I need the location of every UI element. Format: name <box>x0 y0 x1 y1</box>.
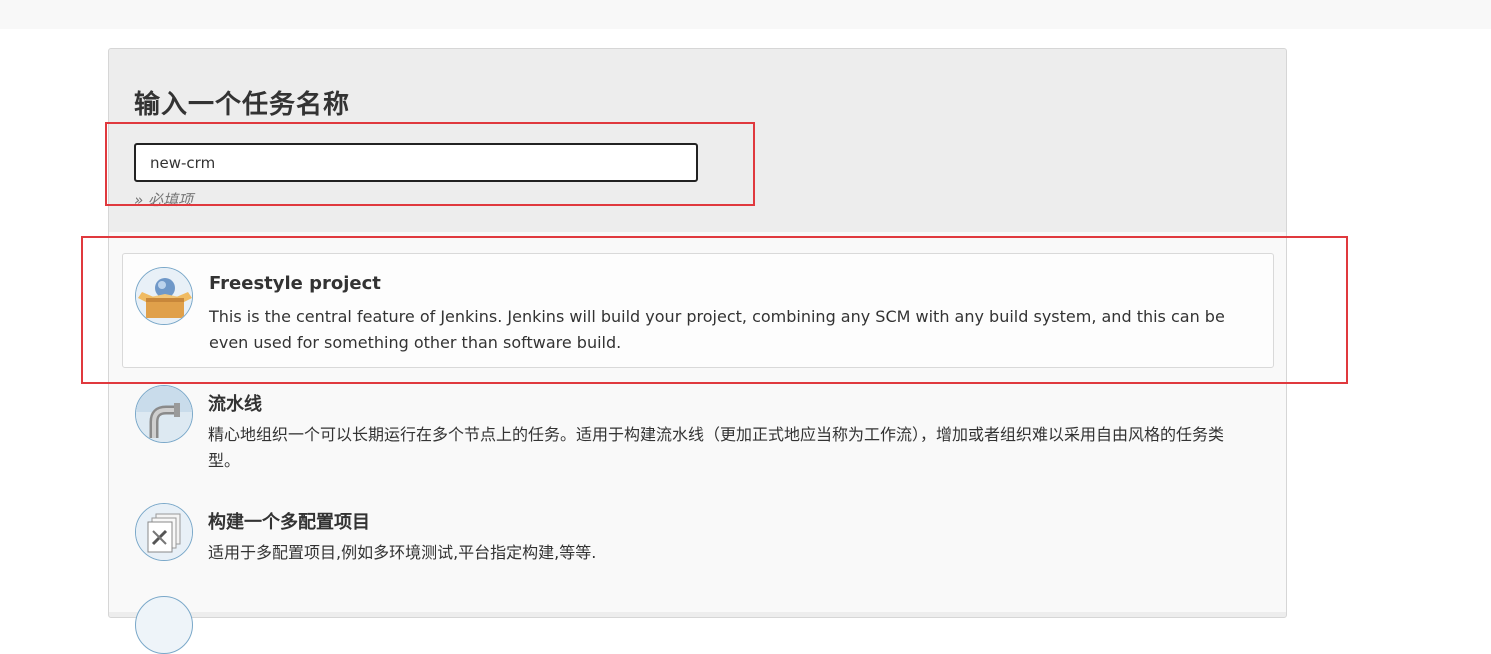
pipeline-icon <box>135 385 193 443</box>
item-type-name: 构建一个多配置项目 <box>208 512 370 533</box>
item-type-description: 适用于多配置项目,例如多环境测试,平台指定构建,等等. <box>208 543 597 562</box>
page-title: 输入一个任务名称 <box>134 90 351 120</box>
multi-config-icon <box>135 503 193 561</box>
top-bar <box>0 0 1491 29</box>
item-type-name: 流水线 <box>208 394 262 415</box>
annotation-box-name-input <box>105 122 755 206</box>
next-item-type-icon <box>135 596 193 654</box>
item-type-multi-config[interactable]: 构建一个多配置项目 适用于多配置项目,例如多环境测试,平台指定构建,等等. <box>122 498 1274 578</box>
item-type-description: 精心地组织一个可以长期运行在多个节点上的任务。适用于构建流水线（更加正式地应当称… <box>208 425 1225 470</box>
annotation-box-freestyle <box>81 236 1348 384</box>
item-type-pipeline[interactable]: 流水线 精心地组织一个可以长期运行在多个节点上的任务。适用于构建流水线（更加正式… <box>122 380 1274 480</box>
